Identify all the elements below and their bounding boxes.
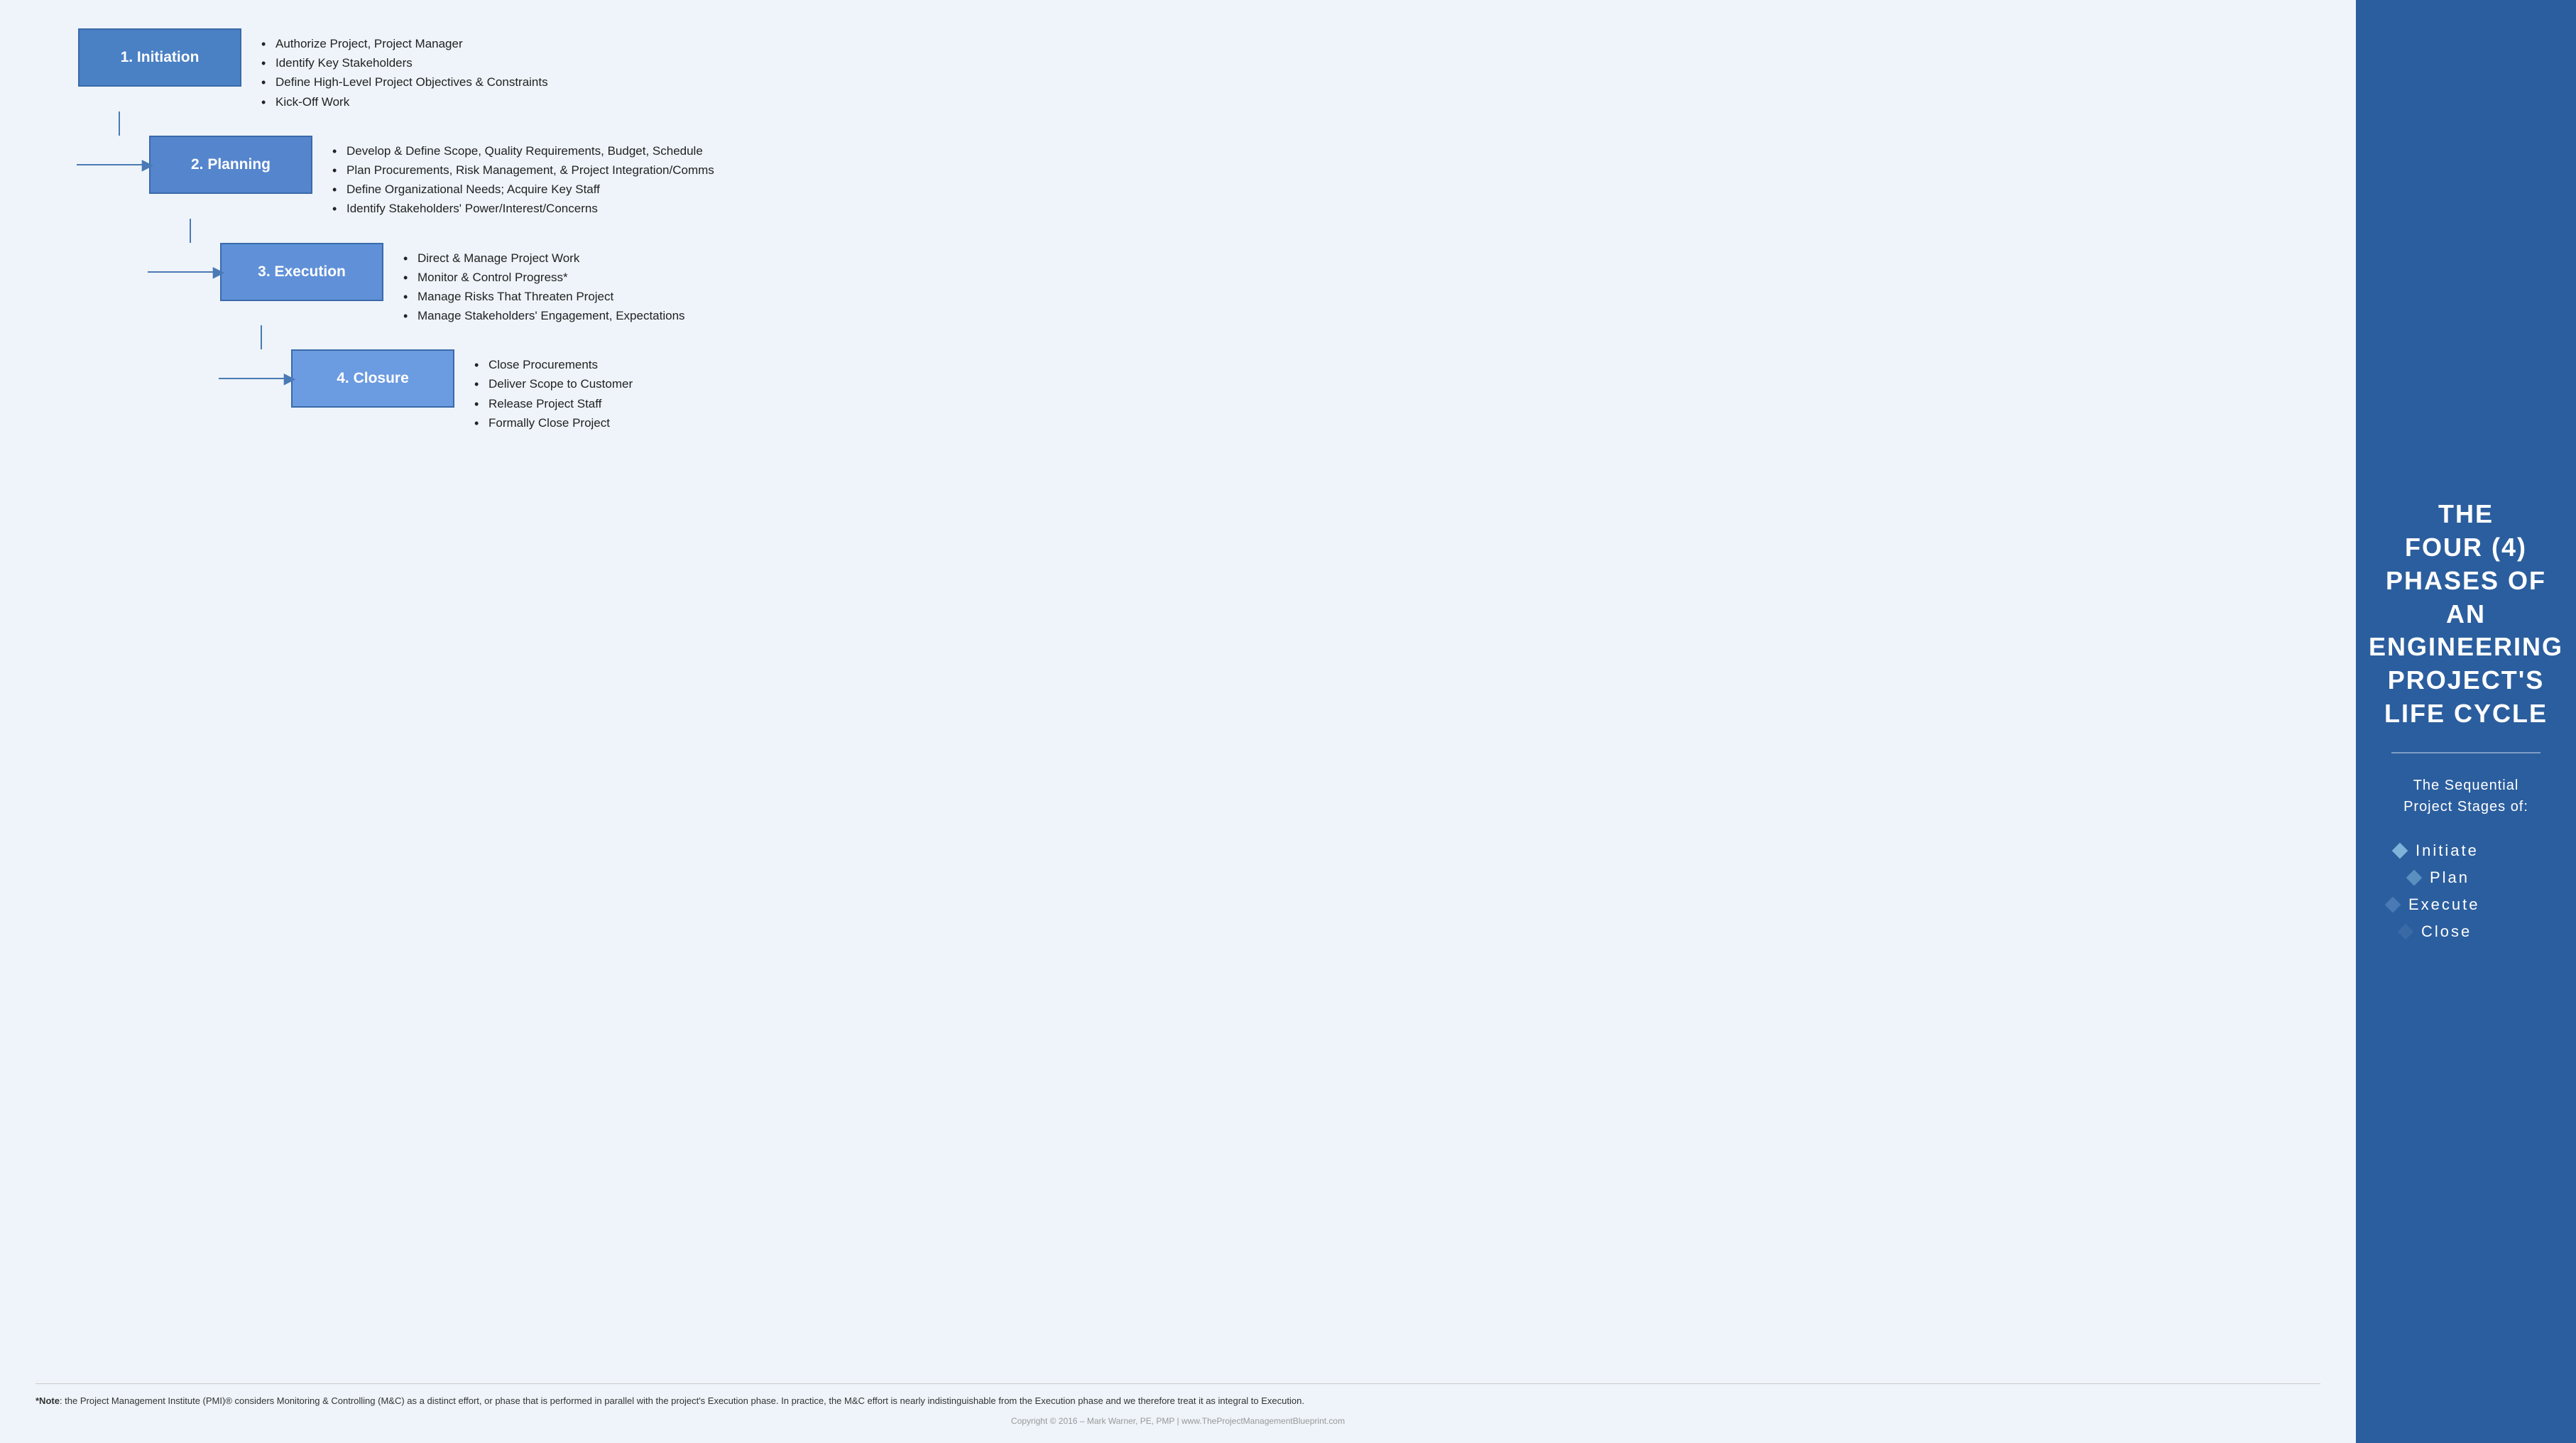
phase-box-wrapper-4: ▶ 4. Closure xyxy=(291,349,454,408)
phase-box-4: 4. Closure xyxy=(291,349,454,408)
phase-1-bullet-4: Kick-Off Work xyxy=(261,92,548,111)
diamond-close-icon xyxy=(2398,923,2414,940)
phase-2-bullet-1: Develop & Define Scope, Quality Requirem… xyxy=(332,141,714,160)
phase-3-label: 3. Execution xyxy=(258,263,346,281)
phase-2-bullets: Develop & Define Scope, Quality Requirem… xyxy=(332,141,714,219)
sidebar-subtitle: The SequentialProject Stages of: xyxy=(2403,775,2528,817)
diamond-initiate-icon xyxy=(2392,842,2408,859)
sidebar-stage-initiate: Initiate xyxy=(2373,837,2559,864)
phase-4-label: 4. Closure xyxy=(337,370,409,387)
footer-note: *Note: the Project Management Institute … xyxy=(36,1383,2320,1409)
copyright: Copyright © 2016 – Mark Warner, PE, PMP … xyxy=(36,1409,2320,1429)
diamond-execute-icon xyxy=(2385,896,2401,913)
connector-2-3 xyxy=(36,219,2320,243)
phase-4-bullet-3: Release Project Staff xyxy=(474,394,633,413)
phase-3-bullet-4: Manage Stakeholders' Engagement, Expecta… xyxy=(403,306,685,325)
phase-row-3: ▶ 3. Execution Direct & Manage Project W… xyxy=(36,243,2320,326)
sidebar-stage-plan: Plan xyxy=(2373,864,2559,891)
stage-label-initiate: Initiate xyxy=(2416,842,2479,860)
stage-label-plan: Plan xyxy=(2430,868,2469,887)
footer-note-rest: : the Project Management Institute (PMI)… xyxy=(60,1395,1304,1406)
phase-1-bullet-1: Authorize Project, Project Manager xyxy=(261,34,548,53)
phase-row-1: 1. Initiation Authorize Project, Project… xyxy=(36,28,2320,111)
phase-1-bullet-2: Identify Key Stakeholders xyxy=(261,53,548,72)
phase-1-bullets: Authorize Project, Project Manager Ident… xyxy=(261,34,548,111)
phase-2-bullet-4: Identify Stakeholders' Power/Interest/Co… xyxy=(332,199,714,218)
sidebar-title: THEFOUR (4)PHASES OF ANENGINEERINGPROJEC… xyxy=(2369,498,2563,731)
sidebar-stages: Initiate Plan Execute Close xyxy=(2373,837,2559,945)
footer-note-bold: *Note xyxy=(36,1395,60,1406)
phase-1-bullet-3: Define High-Level Project Objectives & C… xyxy=(261,72,548,92)
phase-box-2: 2. Planning xyxy=(149,136,312,194)
sidebar-stage-execute: Execute xyxy=(2373,891,2559,918)
phase-3-bullets: Direct & Manage Project Work Monitor & C… xyxy=(403,249,685,326)
phase-row-4: ▶ 4. Closure Close Procurements Deliver … xyxy=(36,349,2320,432)
sidebar-stage-close: Close xyxy=(2373,918,2559,945)
phase-3-bullet-2: Monitor & Control Progress* xyxy=(403,268,685,287)
stage-label-close: Close xyxy=(2421,922,2472,941)
phase-row-2: ▶ 2. Planning Develop & Define Scope, Qu… xyxy=(36,136,2320,219)
phase-4-bullet-4: Formally Close Project xyxy=(474,413,633,432)
connector-3-4 xyxy=(36,325,2320,349)
sidebar: THEFOUR (4)PHASES OF ANENGINEERINGPROJEC… xyxy=(2356,0,2576,1443)
phase-3-bullet-3: Manage Risks That Threaten Project xyxy=(403,287,685,306)
phase-box-1: 1. Initiation xyxy=(78,28,241,87)
phase-box-wrapper-2: ▶ 2. Planning xyxy=(149,136,312,194)
phase-4-bullet-1: Close Procurements xyxy=(474,355,633,374)
phase-2-bullet-3: Define Organizational Needs; Acquire Key… xyxy=(332,180,714,199)
phase-box-wrapper-1: 1. Initiation xyxy=(78,28,241,87)
phase-box-wrapper-3: ▶ 3. Execution xyxy=(220,243,383,301)
phase-3-bullet-1: Direct & Manage Project Work xyxy=(403,249,685,268)
stage-label-execute: Execute xyxy=(2408,895,2480,914)
phase-2-bullet-2: Plan Procurements, Risk Management, & Pr… xyxy=(332,160,714,180)
phase-4-bullets: Close Procurements Deliver Scope to Cust… xyxy=(474,355,633,432)
phase-2-label: 2. Planning xyxy=(191,156,271,173)
copyright-text: Copyright © 2016 – Mark Warner, PE, PMP … xyxy=(1011,1416,1345,1426)
phases-diagram: 1. Initiation Authorize Project, Project… xyxy=(36,28,2320,1376)
phase-box-3: 3. Execution xyxy=(220,243,383,301)
main-content: 1. Initiation Authorize Project, Project… xyxy=(0,0,2356,1443)
sidebar-divider xyxy=(2391,752,2540,753)
diamond-plan-icon xyxy=(2406,869,2423,886)
phase-4-bullet-2: Deliver Scope to Customer xyxy=(474,374,633,393)
phase-1-label: 1. Initiation xyxy=(121,49,200,66)
footer-note-text: *Note: the Project Management Institute … xyxy=(36,1394,2320,1409)
connector-1-2 xyxy=(36,111,2320,136)
